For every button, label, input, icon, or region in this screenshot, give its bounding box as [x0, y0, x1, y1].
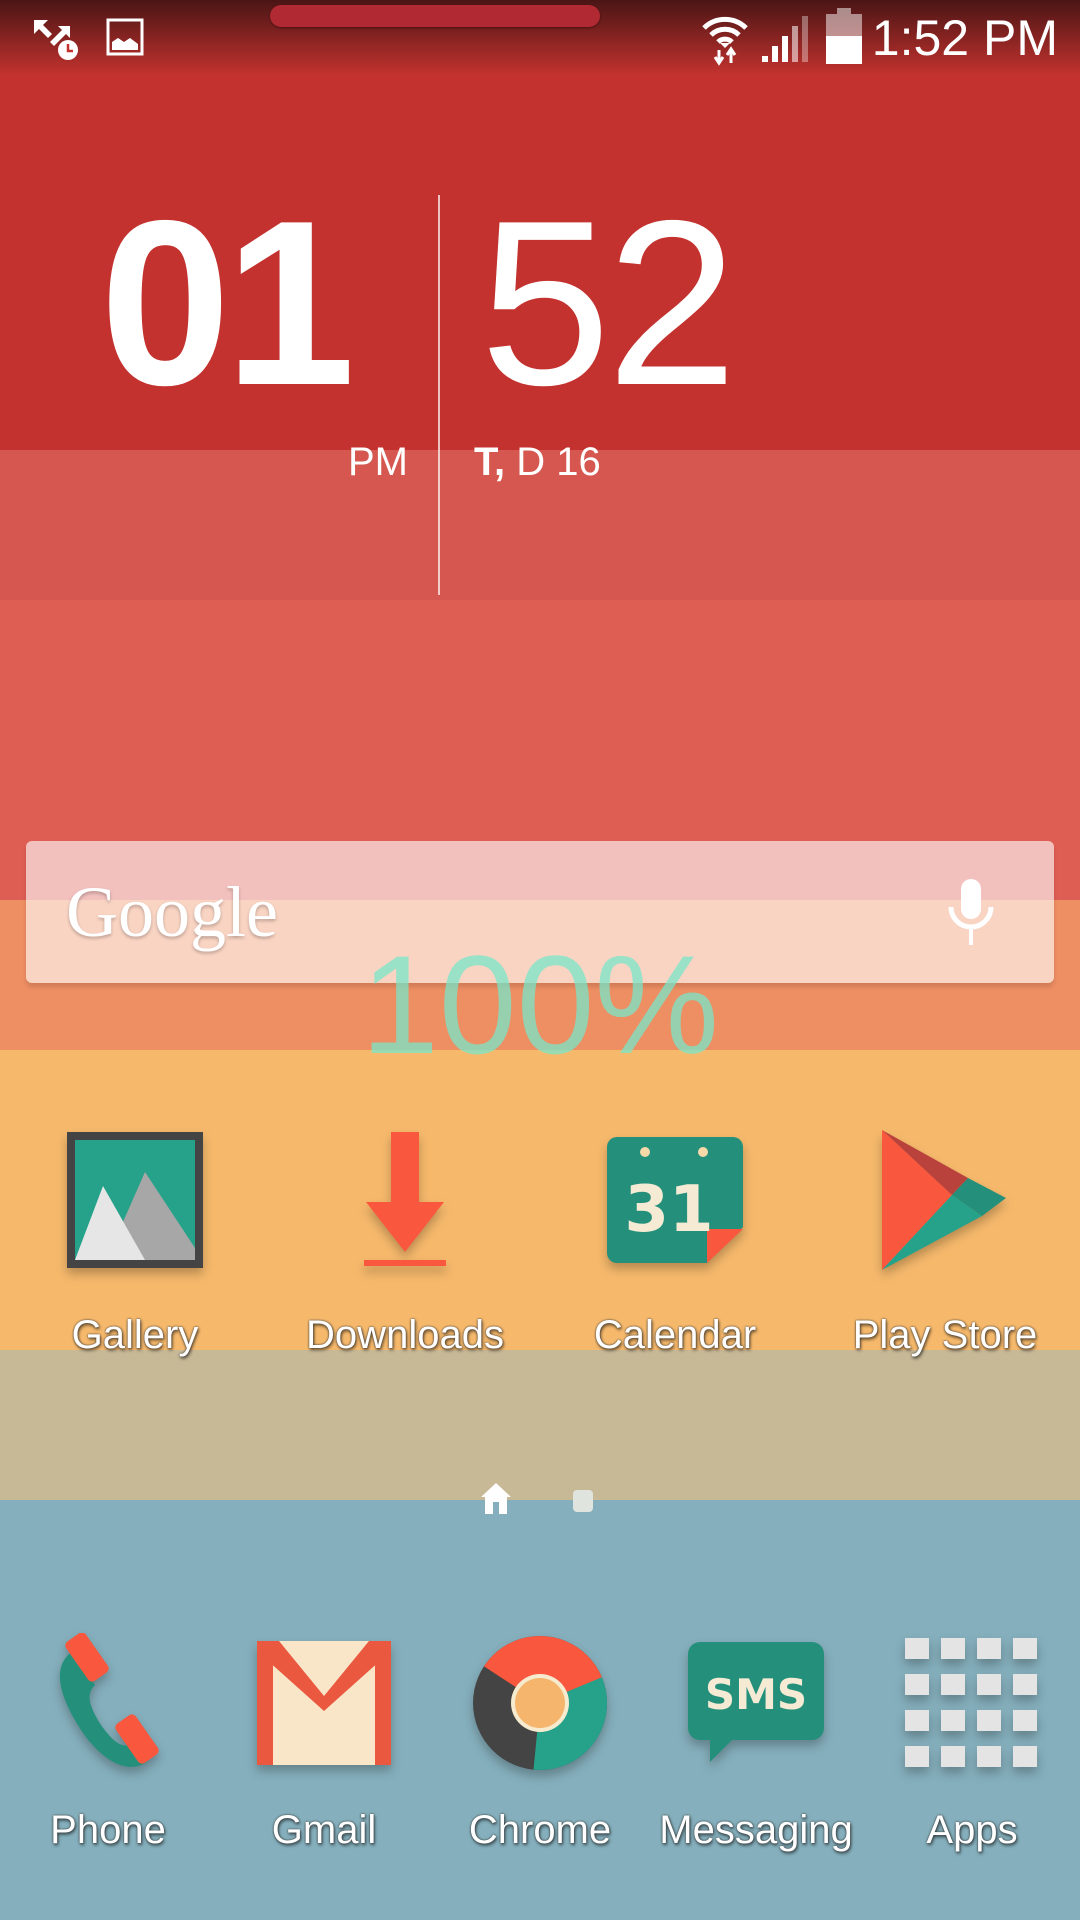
app-drawer-icon [905, 1638, 1037, 1767]
app-label: Play Store [852, 1313, 1038, 1357]
sms-icon-text: SMS [705, 1670, 807, 1719]
dock-phone[interactable]: Phone [0, 1628, 216, 1853]
download-icon [364, 1132, 446, 1266]
page-dot[interactable] [573, 1490, 593, 1512]
dock-apps-drawer[interactable]: Apps [864, 1628, 1080, 1853]
gallery-icon [67, 1132, 203, 1268]
sms-icon: SMS [688, 1642, 824, 1762]
date-rest: D 16 [505, 440, 601, 484]
notification-pull-handle[interactable] [270, 5, 600, 27]
clock-minute: 52 [480, 171, 737, 434]
app-label: Messaging [659, 1808, 853, 1852]
app-label: Calendar [593, 1313, 757, 1357]
wifi-icon [702, 16, 748, 66]
image-notification-icon [106, 18, 144, 56]
date-day: T, [474, 440, 506, 484]
calendar-icon-number: 31 [624, 1173, 713, 1247]
app-label: Phone [50, 1808, 166, 1852]
dock: Phone Gmail Chrome SMS Messaging Apps [0, 1628, 1080, 1853]
battery-icon [826, 8, 862, 64]
chrome-icon [473, 1636, 607, 1770]
home-icon[interactable] [480, 1482, 512, 1516]
clock-date: T, D 16 [474, 440, 601, 485]
app-calendar[interactable]: 31 Calendar [540, 1125, 810, 1358]
app-label: Gmail [271, 1808, 377, 1852]
status-time: 1:52 PM [871, 10, 1058, 66]
dock-chrome[interactable]: Chrome [432, 1628, 648, 1853]
clock-hour: 01 [100, 171, 355, 434]
wallpaper-band [0, 1350, 1080, 1500]
battery-percent-overlay: 100% [360, 926, 720, 1083]
signal-icon [762, 16, 808, 62]
app-gallery[interactable]: Gallery [0, 1125, 270, 1358]
app-play-store[interactable]: Play Store [810, 1125, 1080, 1358]
dock-messaging[interactable]: SMS Messaging [648, 1628, 864, 1853]
clock-ampm: PM [348, 440, 408, 484]
phone-icon [59, 1633, 159, 1767]
dock-gmail[interactable]: Gmail [216, 1628, 432, 1853]
app-label: Downloads [306, 1313, 504, 1357]
app-downloads[interactable]: Downloads [270, 1125, 540, 1358]
home-app-row: Gallery Downloads 31 Calendar Play Store [0, 1125, 1080, 1358]
data-sync-icon [34, 20, 78, 60]
play-store-icon [882, 1130, 1006, 1270]
calendar-icon: 31 [607, 1137, 743, 1263]
status-bar[interactable]: 1:52 PM [0, 0, 1080, 75]
app-label: Chrome [468, 1808, 612, 1852]
app-label: Apps [926, 1808, 1018, 1852]
clock-divider [438, 195, 440, 595]
gmail-icon [257, 1641, 391, 1765]
app-label: Gallery [71, 1313, 199, 1357]
